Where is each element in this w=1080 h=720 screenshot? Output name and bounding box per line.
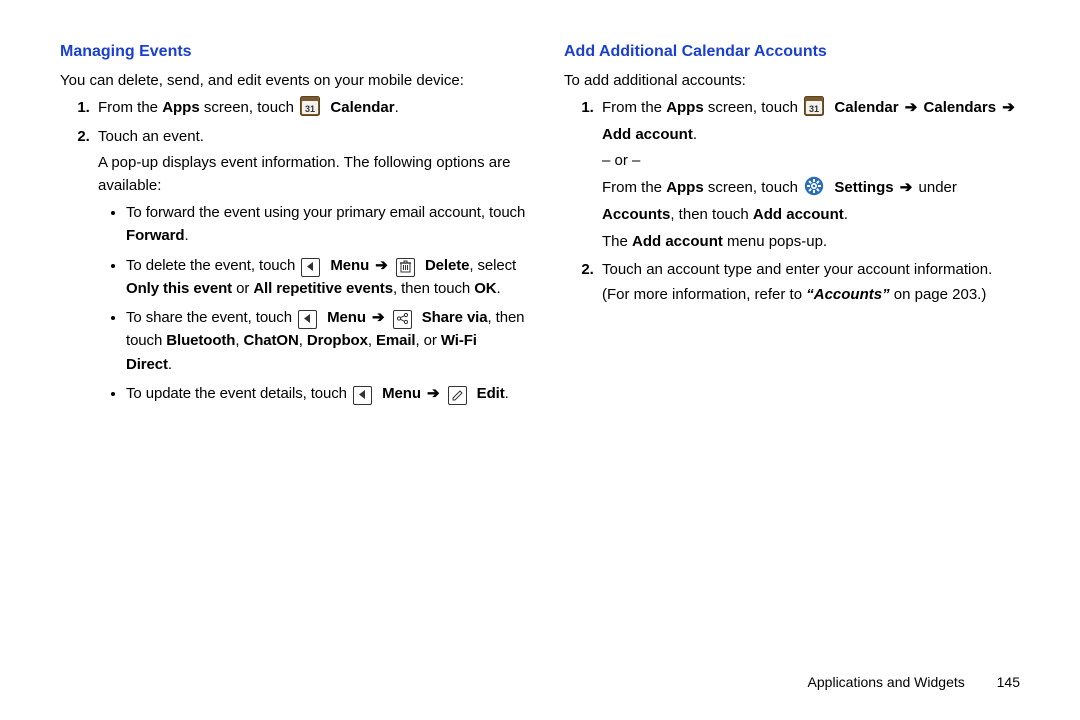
bullet-delete: To delete the event, touch Menu ➔ bbox=[126, 254, 526, 301]
step-1: From the Apps screen, touch 31 Calendar. bbox=[94, 96, 526, 123]
more-info: (For more information, refer to “Account… bbox=[602, 283, 1030, 306]
intro-text: You can delete, send, and edit events on… bbox=[60, 69, 526, 92]
share-icon bbox=[393, 310, 412, 329]
rstep-1: From the Apps screen, touch 31 Calendar … bbox=[598, 96, 1030, 254]
heading-managing-events: Managing Events bbox=[60, 40, 526, 65]
back-icon bbox=[353, 386, 372, 405]
heading-add-accounts: Add Additional Calendar Accounts bbox=[564, 40, 1030, 65]
svg-text:31: 31 bbox=[305, 104, 315, 114]
bullet-forward: To forward the event using your primary … bbox=[126, 201, 526, 248]
trash-icon bbox=[396, 258, 415, 277]
or-text: – or – bbox=[602, 149, 1030, 172]
bullet-share: To share the event, touch Menu ➔ bbox=[126, 306, 526, 376]
svg-text:31: 31 bbox=[809, 104, 819, 114]
pencil-icon bbox=[448, 386, 467, 405]
footer: Applications and Widgets 145 bbox=[808, 672, 1020, 694]
calendar-icon: 31 bbox=[300, 96, 320, 123]
popsup-text: The Add account menu pops-up. bbox=[602, 230, 1030, 253]
alt-path: From the Apps screen, touch bbox=[602, 176, 1030, 227]
back-icon bbox=[301, 258, 320, 277]
right-column: Add Additional Calendar Accounts To add … bbox=[564, 40, 1030, 411]
settings-icon bbox=[804, 176, 824, 203]
step-2: Touch an event. A pop-up displays event … bbox=[94, 125, 526, 405]
back-icon bbox=[298, 310, 317, 329]
rstep-2: Touch an account type and enter your acc… bbox=[598, 258, 1030, 307]
intro-text: To add additional accounts: bbox=[564, 69, 1030, 92]
left-column: Managing Events You can delete, send, an… bbox=[60, 40, 526, 411]
calendar-icon: 31 bbox=[804, 96, 824, 123]
popup-text: A pop-up displays event information. The… bbox=[98, 151, 526, 198]
bullet-edit: To update the event details, touch Menu … bbox=[126, 382, 526, 405]
footer-section: Applications and Widgets bbox=[808, 674, 965, 690]
page-number: 145 bbox=[997, 674, 1020, 690]
